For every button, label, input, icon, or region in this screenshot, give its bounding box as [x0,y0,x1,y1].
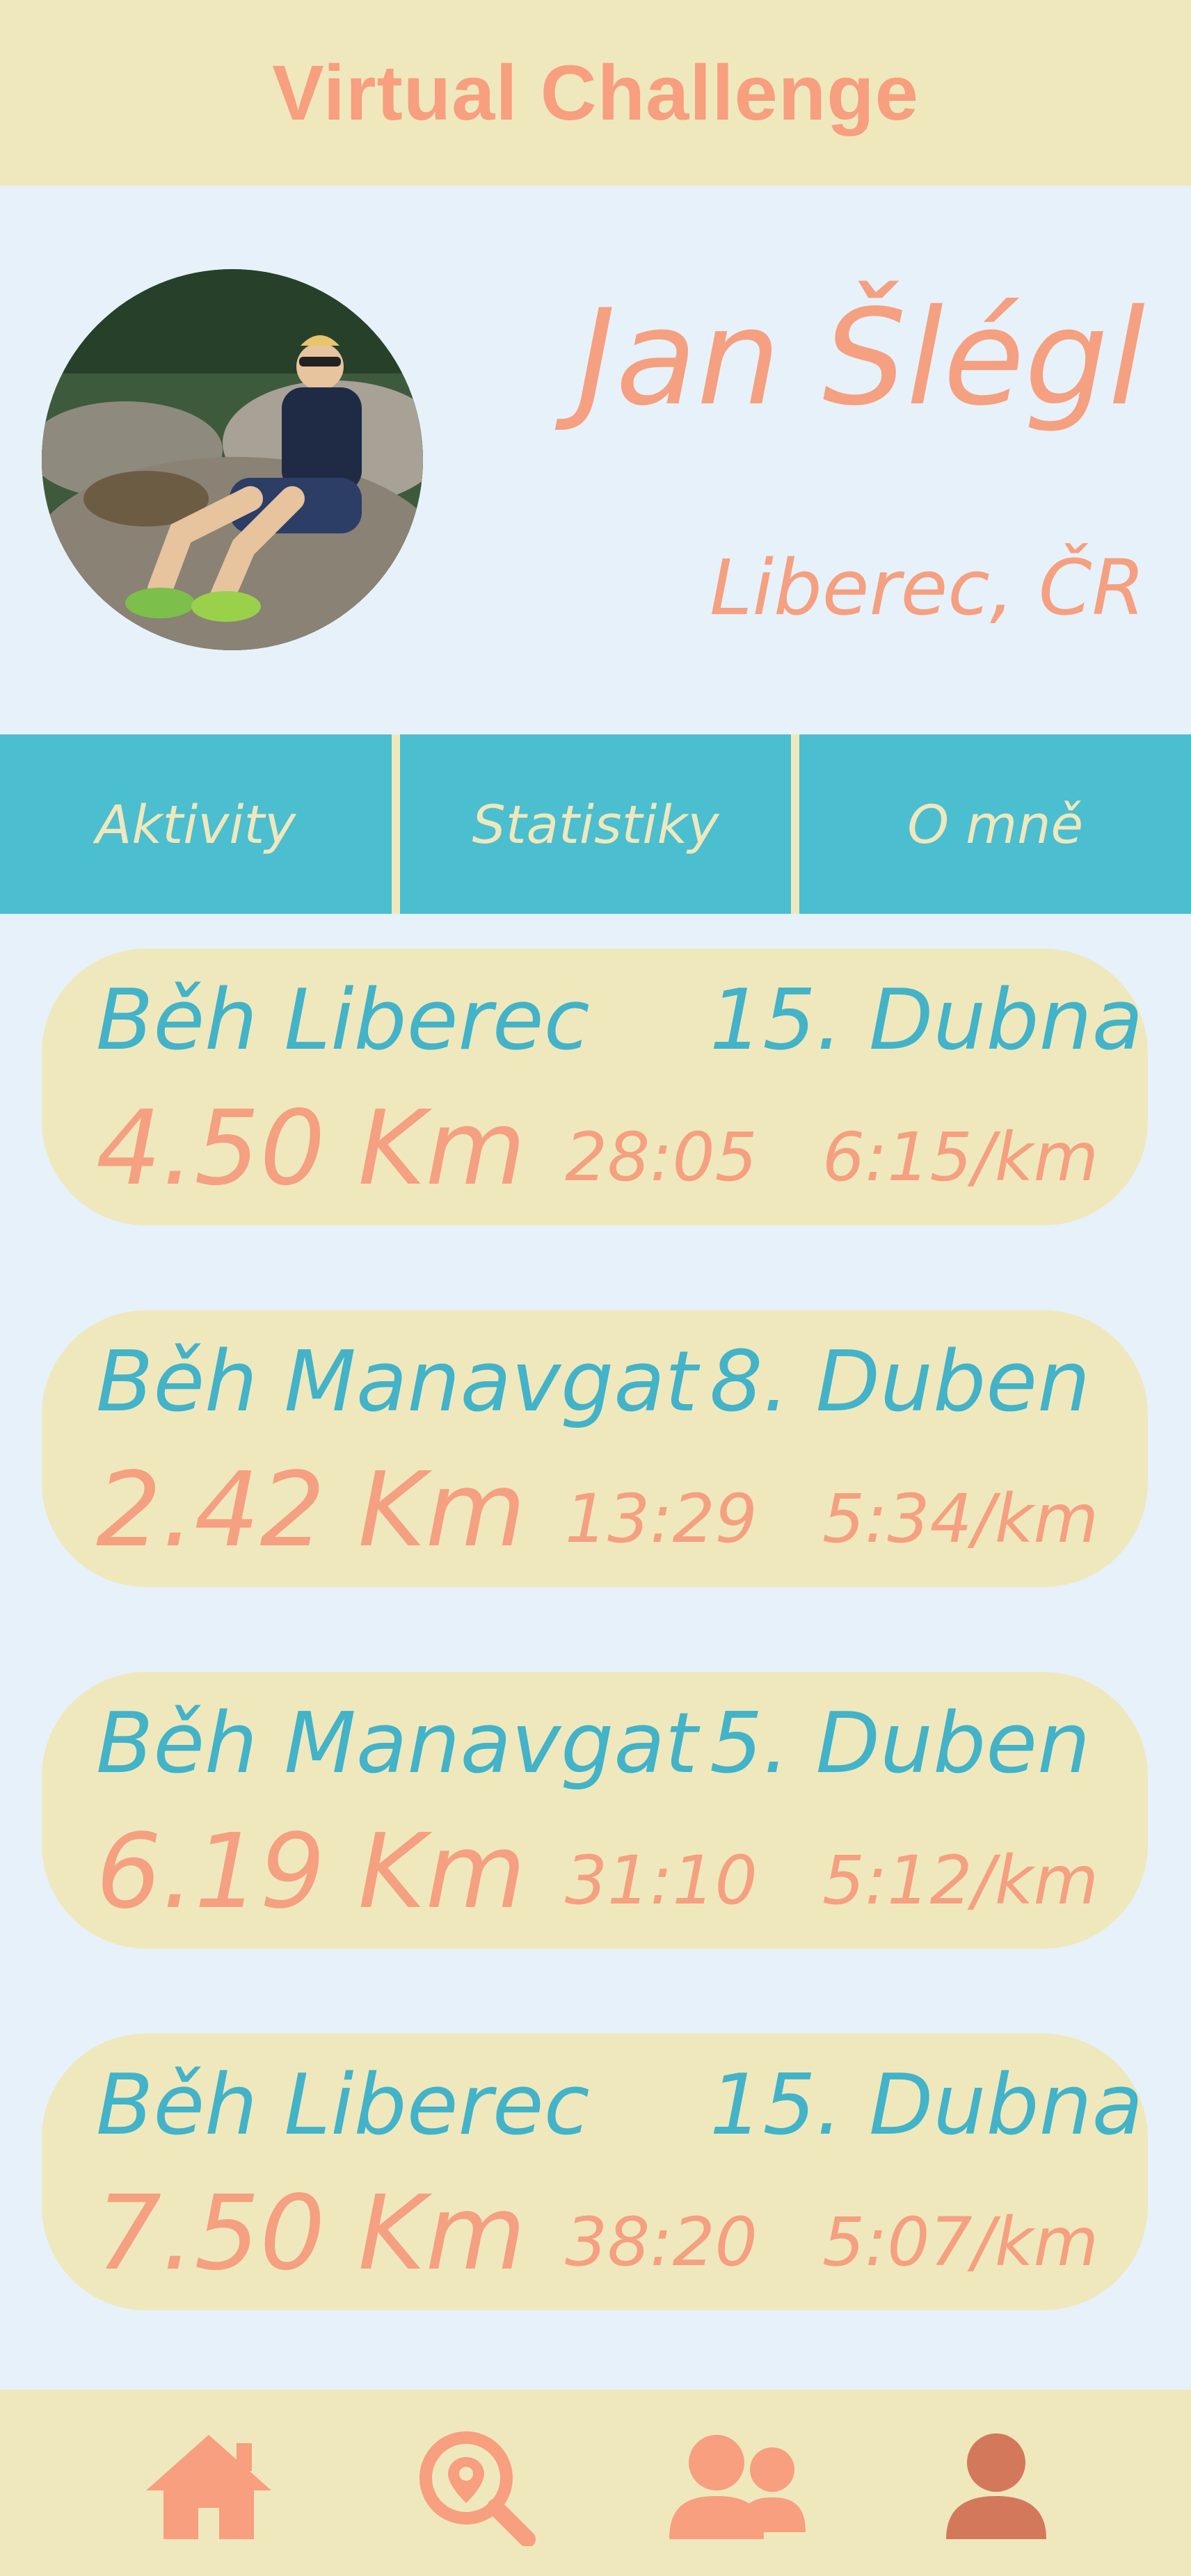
tab-aktivity[interactable]: Aktivity [0,734,392,914]
activity-distance: 7.50 Km [96,2173,526,2293]
users-icon [669,2435,806,2539]
avatar-photo [42,269,423,650]
activity-distance: 2.42 Km [96,1450,526,1570]
profile-name: Jan Šlégl [577,281,1145,435]
activity-date: 15. Dubna [710,972,1144,1069]
tab-o-mne[interactable]: O mně [799,734,1191,914]
app-title: Virtual Challenge [272,49,919,136]
activity-date: 15. Dubna [710,2057,1144,2154]
activity-card[interactable]: Běh Manavgat 5. Duben 6.19 Km 31:10 5:12… [42,1672,1148,1949]
activity-card[interactable]: Běh Liberec 15. Dubna 7.50 Km 38:20 5:07… [42,2034,1148,2310]
activity-date: 5. Duben [710,1696,1091,1792]
tab-statistiky[interactable]: Statistiky [399,734,792,914]
activity-name: Běh Liberec [96,2057,590,2154]
avatar[interactable] [42,269,423,650]
activity-time: 31:10 [565,1842,758,1919]
profile-tabs: Aktivity Statistiky O mně [0,734,1191,914]
profile-location: Liberec, ČR [710,543,1145,632]
nav-search-button[interactable] [403,2428,543,2546]
activity-time: 13:29 [565,1480,758,1558]
activity-pace: 5:34/km [822,1480,1099,1558]
activity-card[interactable]: Běh Liberec 15. Dubna 4.50 Km 28:05 6:15… [42,949,1148,1225]
activity-distance: 4.50 Km [96,1088,526,1208]
activity-card[interactable]: Běh Manavgat 8. Duben 2.42 Km 13:29 5:34… [42,1310,1148,1587]
home-icon [146,2435,271,2539]
activity-pace: 5:12/km [822,1842,1099,1919]
nav-home-button[interactable] [139,2428,278,2546]
nav-profile-button[interactable] [927,2428,1066,2546]
activity-name: Běh Manavgat [96,1696,698,1792]
activity-pace: 5:07/km [822,2203,1099,2281]
activity-name: Běh Liberec [96,972,590,1069]
nav-friends-button[interactable] [668,2428,807,2546]
activity-date: 8. Duben [710,1334,1091,1431]
activity-time: 38:20 [565,2203,758,2281]
activity-time: 28:05 [565,1118,758,1196]
activity-distance: 6.19 Km [96,1812,526,1931]
location-search-icon [419,2431,536,2546]
activity-pace: 6:15/km [822,1118,1099,1196]
profile-icon [946,2433,1046,2539]
bottom-nav [0,2390,1191,2576]
app-header: Virtual Challenge [0,0,1191,186]
activity-name: Běh Manavgat [96,1334,698,1431]
